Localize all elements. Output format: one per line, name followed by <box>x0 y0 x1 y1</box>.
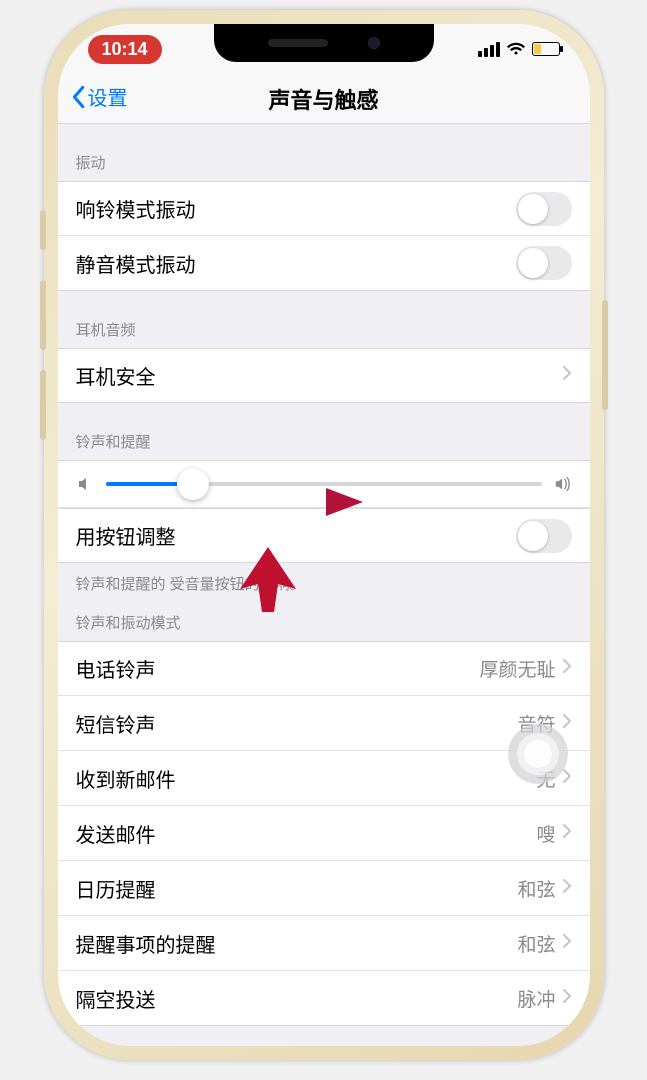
row-label: 耳机安全 <box>76 361 562 390</box>
cellular-icon <box>478 42 500 57</box>
status-time: 10:14 <box>88 35 162 64</box>
assistive-touch-button[interactable] <box>508 724 568 784</box>
row-ringtone[interactable]: 电话铃声 厚颜无耻 <box>58 641 590 696</box>
speaker-low-icon <box>76 475 94 493</box>
section-vibration-header: 振动 <box>58 124 590 181</box>
volume-up-button <box>40 280 46 350</box>
chevron-right-icon <box>562 988 572 1009</box>
chevron-right-icon <box>562 768 572 789</box>
speaker-high-icon <box>554 475 572 493</box>
row-label: 发送邮件 <box>76 819 537 848</box>
volume-down-button <box>40 370 46 440</box>
row-label: 日历提醒 <box>76 874 518 903</box>
row-value: 和弦 <box>517 875 555 902</box>
toggle-change-with-buttons[interactable] <box>516 519 572 553</box>
back-button[interactable]: 设置 <box>70 82 128 111</box>
section-ringtone-pattern-header: 铃声和振动模式 <box>58 598 590 641</box>
battery-icon <box>532 42 560 56</box>
chevron-right-icon <box>562 713 572 734</box>
phone-frame: 10:14 设置 声音与触感 振动 <box>44 10 604 1060</box>
row-ring-vibrate[interactable]: 响铃模式振动 <box>58 181 590 236</box>
power-button <box>602 300 608 410</box>
row-label: 提醒事项的提醒 <box>76 929 518 958</box>
slider-thumb[interactable] <box>177 468 209 500</box>
chevron-right-icon <box>562 933 572 954</box>
back-label: 设置 <box>88 82 128 111</box>
row-airdrop[interactable]: 隔空投送 脉冲 <box>58 971 590 1026</box>
row-label: 电话铃声 <box>76 654 480 683</box>
mute-switch <box>40 210 46 250</box>
row-value: 厚颜无耻 <box>479 655 555 682</box>
row-silent-vibrate[interactable]: 静音模式振动 <box>58 236 590 291</box>
chevron-right-icon <box>562 823 572 844</box>
row-label: 用按钮调整 <box>76 521 516 550</box>
screen: 10:14 设置 声音与触感 振动 <box>58 24 590 1046</box>
row-change-with-buttons[interactable]: 用按钮调整 <box>58 508 590 563</box>
volume-slider-row <box>58 460 590 508</box>
row-sent-mail[interactable]: 发送邮件 嗖 <box>58 806 590 861</box>
row-value: 和弦 <box>517 930 555 957</box>
section-ringer-header: 铃声和提醒 <box>58 403 590 460</box>
toggle-ring-vibrate[interactable] <box>516 192 572 226</box>
content: 振动 响铃模式振动 静音模式振动 耳机音频 耳机安全 <box>58 124 590 1046</box>
wifi-icon <box>506 39 526 59</box>
volume-slider[interactable] <box>106 482 542 486</box>
toggle-silent-vibrate[interactable] <box>516 246 572 280</box>
page-title: 声音与触感 <box>58 83 590 115</box>
row-label: 短信铃声 <box>76 709 518 738</box>
chevron-right-icon <box>562 365 572 386</box>
row-calendar[interactable]: 日历提醒 和弦 <box>58 861 590 916</box>
row-value: 脉冲 <box>517 985 555 1012</box>
row-label: 隔空投送 <box>76 984 518 1013</box>
notch <box>214 24 434 62</box>
row-label: 收到新邮件 <box>76 764 537 793</box>
row-label: 响铃模式振动 <box>76 194 516 223</box>
ringer-footer-note: 铃声和提醒的 受音量按钮的影响。 <box>58 563 590 598</box>
row-value: 嗖 <box>536 820 555 847</box>
chevron-right-icon <box>562 658 572 679</box>
row-headphone-safety[interactable]: 耳机安全 <box>58 348 590 403</box>
section-headphone-header: 耳机音频 <box>58 291 590 348</box>
chevron-right-icon <box>562 878 572 899</box>
row-label: 静音模式振动 <box>76 249 516 278</box>
row-reminders[interactable]: 提醒事项的提醒 和弦 <box>58 916 590 971</box>
